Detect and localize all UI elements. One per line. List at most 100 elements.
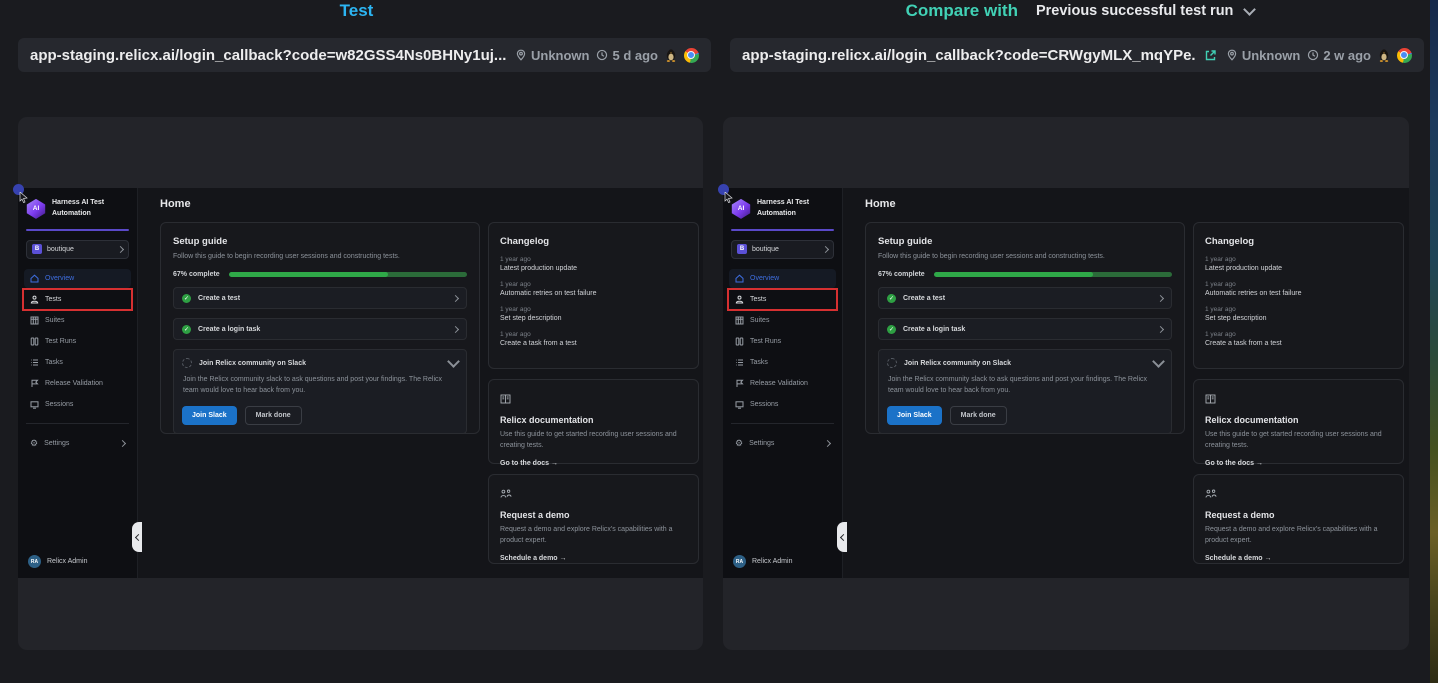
- sidebar-item-test-runs[interactable]: Test Runs: [24, 332, 131, 351]
- chevron-down-icon: [1152, 355, 1165, 368]
- setup-item-create-login-task[interactable]: ✓ Create a login task: [173, 318, 467, 340]
- join-slack-button[interactable]: Join Slack: [182, 406, 237, 425]
- setup-item-label: Create a login task: [903, 326, 1151, 333]
- project-selector[interactable]: B boutique: [26, 240, 129, 259]
- schedule-demo-link[interactable]: Schedule a demo →: [500, 555, 687, 562]
- app-brand-name: Harness AI Test Automation: [757, 198, 829, 220]
- sidebar-item-tests[interactable]: Tests: [24, 290, 131, 309]
- changelog-entry: 1 year ago Create a task from a test: [1205, 331, 1392, 347]
- sidebar-item-tests[interactable]: Tests: [729, 290, 836, 309]
- sidebar-item-overview[interactable]: Overview: [729, 269, 836, 288]
- gear-icon: ⚙: [735, 439, 743, 448]
- sidebar-collapse-handle[interactable]: [837, 522, 847, 552]
- changelog-card: Changelog 1 year ago Latest production u…: [1193, 222, 1404, 369]
- changelog-time: 1 year ago: [500, 306, 687, 313]
- documentation-title: Relicx documentation: [1205, 415, 1392, 425]
- harness-logo-icon: AI: [26, 199, 46, 219]
- setup-item-create-test[interactable]: ✓ Create a test: [878, 287, 1172, 309]
- sidebar-item-label: Tests: [45, 296, 125, 303]
- user-menu[interactable]: RA Relicx Admin: [18, 555, 137, 568]
- linux-penguin-icon: [665, 48, 677, 62]
- setup-guide-description: Follow this guide to begin recording use…: [878, 253, 1172, 260]
- mark-done-button[interactable]: Mark done: [245, 406, 302, 425]
- changelog-entry: 1 year ago Latest production update: [500, 256, 687, 272]
- brand-divider: [26, 229, 129, 231]
- chevron-left-icon: [134, 533, 141, 540]
- chevron-left-icon: [839, 533, 846, 540]
- setup-item-label: Create a test: [198, 295, 446, 302]
- page-title: Home: [865, 198, 1404, 210]
- sidebar-item-release-validation[interactable]: Release Validation: [24, 374, 131, 393]
- sidebar-item-label: Test Runs: [750, 338, 830, 345]
- sidebar-item-settings[interactable]: ⚙ Settings: [729, 434, 836, 453]
- sidebar-item-tasks[interactable]: Tasks: [24, 353, 131, 372]
- mark-done-button[interactable]: Mark done: [950, 406, 1007, 425]
- suites-icon: [735, 316, 744, 325]
- sidebar-item-label: Tests: [750, 296, 830, 303]
- setup-guide-description: Follow this guide to begin recording use…: [173, 253, 467, 260]
- project-selector[interactable]: B boutique: [731, 240, 834, 259]
- changelog-entry: 1 year ago Set step description: [500, 306, 687, 322]
- sidebar-item-suites[interactable]: Suites: [24, 311, 131, 330]
- user-menu[interactable]: RA Relicx Admin: [723, 555, 842, 568]
- age-label: 2 w ago: [1323, 48, 1371, 63]
- go-to-docs-link[interactable]: Go to the docs →: [1205, 460, 1392, 467]
- check-circle-icon: ✓: [887, 325, 896, 334]
- chevron-right-icon: [1157, 325, 1164, 332]
- age-label: 5 d ago: [612, 48, 658, 63]
- app-brand: AI Harness AI Test Automation: [18, 198, 137, 220]
- location-meta: Unknown: [515, 48, 590, 63]
- clock-icon: [1307, 49, 1319, 61]
- sidebar-item-label: Tasks: [750, 359, 830, 366]
- sidebar-item-overview[interactable]: Overview: [24, 269, 131, 288]
- setup-item-description: Join the Relicx community slack to ask q…: [183, 375, 457, 397]
- location-label: Unknown: [1242, 48, 1301, 63]
- setup-item-create-test[interactable]: ✓ Create a test: [173, 287, 467, 309]
- request-demo-description: Request a demo and explore Relicx's capa…: [500, 525, 687, 547]
- schedule-demo-link[interactable]: Schedule a demo →: [1205, 555, 1392, 562]
- documentation-title: Relicx documentation: [500, 415, 687, 425]
- chevron-right-icon: [824, 440, 831, 447]
- sidebar-item-sessions[interactable]: Sessions: [729, 395, 836, 414]
- project-name: boutique: [752, 246, 818, 253]
- test-run-column: app-staging.relicx.ai/login_callback?cod…: [730, 38, 1424, 650]
- changelog-title: Changelog: [1205, 236, 1392, 247]
- age-meta: 2 w ago: [1307, 48, 1371, 63]
- tasks-icon: [30, 358, 39, 367]
- setup-item-join-slack[interactable]: Join Relicx community on Slack Join the …: [878, 349, 1172, 434]
- setup-progress-label: 67% complete: [173, 271, 220, 278]
- changelog-time: 1 year ago: [1205, 331, 1392, 338]
- go-to-docs-link[interactable]: Go to the docs →: [500, 460, 687, 467]
- sidebar-item-sessions[interactable]: Sessions: [24, 395, 131, 414]
- sidebar-item-release-validation[interactable]: Release Validation: [729, 374, 836, 393]
- sidebar-collapse-handle[interactable]: [132, 522, 142, 552]
- url-bar[interactable]: app-staging.relicx.ai/login_callback?cod…: [18, 38, 711, 72]
- sidebar-item-test-runs[interactable]: Test Runs: [729, 332, 836, 351]
- compare-run-select[interactable]: Previous successful test run: [1036, 3, 1254, 19]
- sidebar-item-suites[interactable]: Suites: [729, 311, 836, 330]
- chevron-right-icon: [452, 294, 459, 301]
- changelog-title: Changelog: [500, 236, 687, 247]
- user-name: Relicx Admin: [752, 558, 792, 565]
- sidebar-item-settings[interactable]: ⚙ Settings: [24, 434, 131, 453]
- join-slack-button[interactable]: Join Slack: [887, 406, 942, 425]
- sidebar-nav: Overview Tests Suites: [723, 269, 842, 414]
- setup-item-create-login-task[interactable]: ✓ Create a login task: [878, 318, 1172, 340]
- people-icon: [1205, 489, 1217, 499]
- compare-run-select-value: Previous successful test run: [1036, 3, 1233, 19]
- changelog-time: 1 year ago: [1205, 306, 1392, 313]
- sidebar-item-tasks[interactable]: Tasks: [729, 353, 836, 372]
- setup-item-join-slack[interactable]: Join Relicx community on Slack Join the …: [173, 349, 467, 434]
- nav-divider: [731, 423, 834, 424]
- app-main: Home Setup guide Follow this guide to be…: [138, 188, 704, 578]
- url-bar[interactable]: app-staging.relicx.ai/login_callback?cod…: [730, 38, 1424, 72]
- nav-divider: [26, 423, 129, 424]
- suites-icon: [30, 316, 39, 325]
- external-link-icon[interactable]: [1204, 49, 1217, 62]
- sidebar-settings-nav: ⚙ Settings: [723, 434, 842, 453]
- changelog-entry-title: Latest production update: [500, 265, 687, 272]
- setup-guide-card: Setup guide Follow this guide to begin r…: [160, 222, 480, 434]
- cursor-marker: [13, 184, 24, 195]
- url-meta: Unknown 2 w ago: [1226, 48, 1412, 63]
- people-icon: [500, 489, 512, 499]
